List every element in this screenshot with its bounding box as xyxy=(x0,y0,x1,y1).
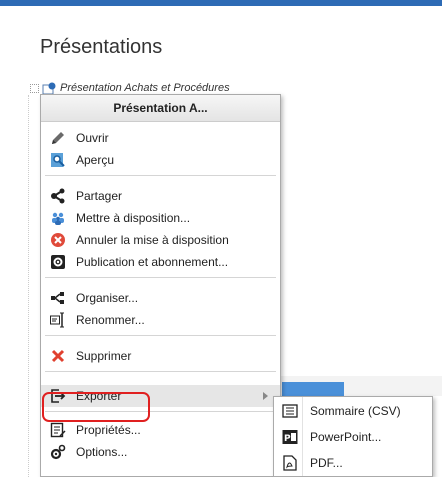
menu-item-label: Organiser... xyxy=(76,291,139,305)
menu-item-properties[interactable]: Propriétés... xyxy=(41,419,280,441)
menu-separator xyxy=(45,335,276,336)
menu-item-share[interactable]: Partager xyxy=(41,185,280,207)
menu-item-label: Renommer... xyxy=(76,313,145,327)
menu-item-publish-subscribe[interactable]: Publication et abonnement... xyxy=(41,251,280,273)
menu-item-cancel-availability[interactable]: Annuler la mise à disposition xyxy=(41,229,280,251)
rename-icon xyxy=(50,312,64,328)
export-submenu: Sommaire (CSV) P PowerPoint... PDF... xyxy=(273,396,433,477)
menu-item-label: Propriétés... xyxy=(76,423,141,437)
pdf-icon xyxy=(283,455,297,471)
pencil-icon xyxy=(52,132,64,144)
organize-icon xyxy=(51,292,64,304)
csv-icon xyxy=(282,404,298,418)
tree-guide-line xyxy=(28,95,29,477)
gear-icon xyxy=(51,255,65,269)
menu-item-organize[interactable]: Organiser... xyxy=(41,287,280,309)
submenu-item-label: Sommaire (CSV) xyxy=(310,404,401,418)
menu-item-label: Aperçu xyxy=(76,153,115,167)
menu-item-rename[interactable]: Renommer... xyxy=(41,309,280,331)
preview-icon xyxy=(51,153,65,167)
menu-item-label: Mettre à disposition... xyxy=(76,211,191,225)
tree-expander-icon[interactable] xyxy=(30,84,39,93)
svg-text:P: P xyxy=(284,434,291,444)
top-accent-bar xyxy=(0,0,442,6)
delete-icon xyxy=(51,349,65,363)
submenu-item-label: PDF... xyxy=(310,456,343,470)
menu-separator xyxy=(45,277,276,278)
export-highlight-annotation xyxy=(42,392,150,422)
menu-item-label: Supprimer xyxy=(76,349,132,363)
menu-item-label: Ouvrir xyxy=(76,131,109,145)
share-icon xyxy=(51,188,65,204)
powerpoint-icon: P xyxy=(282,430,298,444)
page-title: Présentations xyxy=(40,36,163,58)
tree-item-label: Présentation Achats et Procédures xyxy=(60,82,230,94)
menu-separator xyxy=(45,371,276,372)
submenu-item-pdf[interactable]: PDF... xyxy=(274,451,432,475)
menu-item-label: Annuler la mise à disposition xyxy=(76,233,229,247)
menu-item-label: Partager xyxy=(76,189,123,203)
context-menu-header: Présentation A... xyxy=(41,95,280,122)
properties-icon xyxy=(50,422,66,438)
menu-item-delete[interactable]: Supprimer xyxy=(41,345,280,367)
background-button xyxy=(282,382,344,396)
options-icon xyxy=(50,444,66,460)
submenu-item-powerpoint[interactable]: P PowerPoint... xyxy=(274,425,432,449)
menu-item-make-available[interactable]: Mettre à disposition... xyxy=(41,207,280,229)
cancel-icon xyxy=(51,233,65,247)
menu-item-label: Options... xyxy=(76,445,128,459)
submenu-item-label: PowerPoint... xyxy=(310,430,382,444)
menu-separator xyxy=(45,175,276,176)
menu-item-options[interactable]: Options... xyxy=(41,441,280,463)
submenu-arrow-icon xyxy=(263,392,268,400)
menu-item-preview[interactable]: Aperçu xyxy=(41,149,280,171)
submenu-item-summary-csv[interactable]: Sommaire (CSV) xyxy=(274,399,432,423)
users-icon xyxy=(52,212,64,225)
menu-item-open[interactable]: Ouvrir xyxy=(41,127,280,149)
menu-item-label: Publication et abonnement... xyxy=(76,255,229,269)
